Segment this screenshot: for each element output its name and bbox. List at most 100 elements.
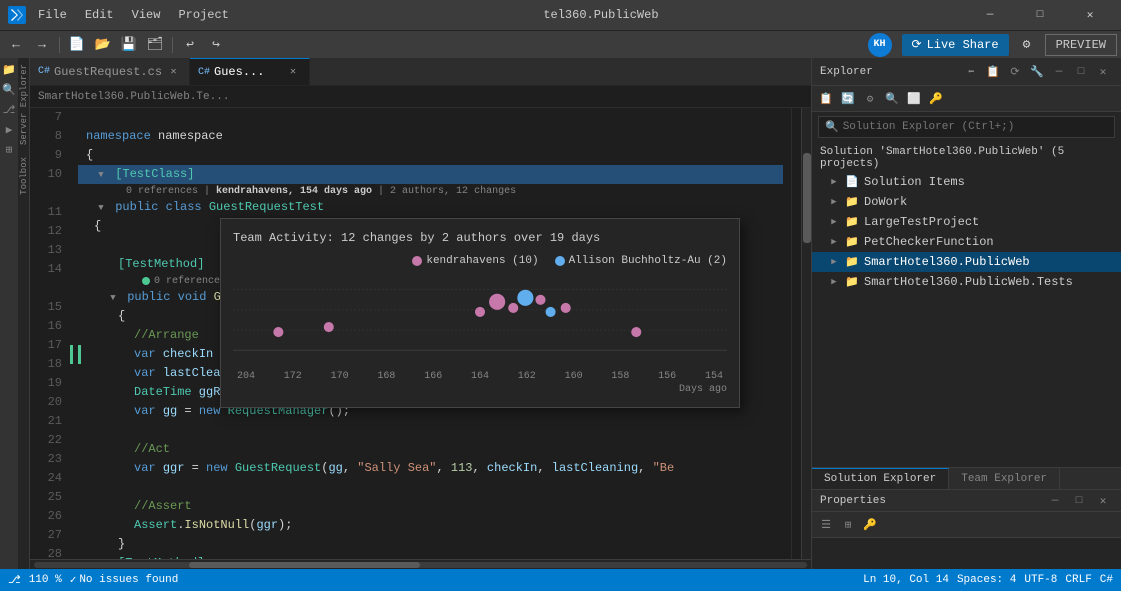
tab-icon-cs: C# [38,66,50,77]
redo-button[interactable]: ↪ [204,33,228,57]
folder-icon-petchecker: 📁 [844,234,860,250]
explorer-icon[interactable]: 📁 [1,62,17,78]
expand-icon-smarthotel-tests[interactable]: ▶ [828,276,840,288]
props-icon-sort[interactable]: ☰ [816,515,836,535]
code-line-8: namespace namespace [78,127,783,146]
tab-guesttest[interactable]: C# Gues... ✕ [190,58,310,85]
status-encoding[interactable]: UTF-8 [1024,574,1057,586]
se-toolbar-icon-6[interactable]: 🔑 [926,89,946,109]
status-git[interactable]: ⎇ [8,573,21,587]
tree-label-petchecker: PetCheckerFunction [864,235,994,249]
tree-item-solution-items[interactable]: ▶ 📄 Solution Items [812,172,1121,192]
status-spaces[interactable]: Spaces: 4 [957,574,1016,586]
editor-horizontal-scrollbar[interactable] [30,559,811,569]
toolbar-right: KH ⟳ Live Share ⚙ PREVIEW [868,33,1118,57]
back-button[interactable]: ← [4,33,28,57]
status-zoom[interactable]: 110 % [29,574,62,586]
tree-item-smarthotel-tests[interactable]: ▶ 📁 SmartHotel360.PublicWeb.Tests [812,272,1121,292]
toolbox-label[interactable]: Toolbox [18,151,29,201]
save-button[interactable]: 💾 [117,33,141,57]
fold-icon-10[interactable]: ▼ [94,169,108,183]
fold-icon-15[interactable]: ▼ [106,292,120,306]
menu-edit[interactable]: Edit [79,8,120,22]
scrollbar-thumb[interactable] [189,562,421,568]
properties-icon-1[interactable]: — [1045,491,1065,511]
se-toolbar-icon-4[interactable]: 🔍 [882,89,902,109]
explorer-icon-5[interactable]: — [1049,62,1069,82]
search-icon: 🔍 [825,120,839,134]
close-button[interactable]: ✕ [1067,0,1113,30]
search-activity-icon[interactable]: 🔍 [1,82,17,98]
tab-team-explorer[interactable]: Team Explorer [949,468,1060,489]
expand-icon-solution-items[interactable]: ▶ [828,176,840,188]
solution-explorer-search[interactable]: 🔍 [818,116,1115,138]
git-icon[interactable]: ⎇ [1,102,17,118]
solution-explorer-panel: Explorer ⬅ 📋 ⟳ 🔧 — □ ✕ 📋 🔄 ⚙ 🔍 ⬜ 🔑 🔍 [811,58,1121,569]
status-line-col[interactable]: Ln 10, Col 14 [863,574,949,586]
tab-guestrequest[interactable]: C# GuestRequest.cs ✕ [30,58,190,85]
explorer-icon-7[interactable]: ✕ [1093,62,1113,82]
annotation-line-10: 0 references | kendrahavens, 154 days ag… [78,184,783,198]
menu-view[interactable]: View [126,8,167,22]
properties-icon-3[interactable]: ✕ [1093,491,1113,511]
user-avatar[interactable]: KH [868,33,892,57]
menu-file[interactable]: File [32,8,73,22]
props-icon-key[interactable]: 🔑 [860,515,880,535]
live-share-button[interactable]: ⟳ Live Share [902,34,1009,56]
tab-close-guestrequest[interactable]: ✕ [166,64,181,80]
vertical-scrollbar-thumb[interactable] [803,153,811,243]
code-line-22 [78,421,783,440]
preview-button[interactable]: PREVIEW [1045,34,1117,56]
tree-item-dowork[interactable]: ▶ 📁 DoWork [812,192,1121,212]
code-line-26: //Assert [78,497,783,516]
tree-item-largetest[interactable]: ▶ 📁 LargeTestProject [812,212,1121,232]
tab-solution-explorer[interactable]: Solution Explorer [812,468,949,489]
tree-item-petchecker[interactable]: ▶ 📁 PetCheckerFunction [812,232,1121,252]
expand-icon-smarthotel[interactable]: ▶ [828,256,840,268]
expand-icon-dowork[interactable]: ▶ [828,196,840,208]
tree-item-smarthotel[interactable]: ▶ 📁 SmartHotel360.PublicWeb [812,252,1121,272]
se-toolbar-icon-2[interactable]: 🔄 [838,89,858,109]
vertical-scrollbar[interactable] [801,108,811,559]
debug-icon[interactable]: ▶ [1,122,17,138]
breadcrumb-project[interactable]: SmartHotel360.PublicWeb.Te... [38,91,229,103]
editor-area: C# GuestRequest.cs ✕ C# Gues... ✕ SmartH… [30,58,811,569]
extensions-icon[interactable]: ⊞ [1,142,17,158]
explorer-icon-6[interactable]: □ [1071,62,1091,82]
settings-button[interactable]: ⚙ [1015,33,1039,57]
properties-icon-2[interactable]: □ [1069,491,1089,511]
server-explorer-label[interactable]: Server Explorer [18,58,29,151]
code-line-9: { [78,146,783,165]
popup-title: Team Activity: 12 changes by 2 authors o… [233,231,727,245]
expand-icon-largetest[interactable]: ▶ [828,216,840,228]
save-all-button[interactable]: 🗂 [143,33,167,57]
tab-close-guesttest[interactable]: ✕ [285,64,301,80]
explorer-icon-3[interactable]: ⟳ [1005,62,1025,82]
open-button[interactable]: 📂 [91,33,115,57]
undo-button[interactable]: ↩ [178,33,202,57]
annotation-dot-15 [142,277,150,285]
fold-icon-11[interactable]: ▼ [94,202,108,216]
props-icon-categorize[interactable]: ⊞ [838,515,858,535]
minimize-button[interactable]: — [967,0,1013,30]
se-toolbar-icon-1[interactable]: 📋 [816,89,836,109]
breadcrumb: SmartHotel360.PublicWeb.Te... [30,86,811,108]
maximize-button[interactable]: □ [1017,0,1063,30]
status-language[interactable]: C# [1100,574,1113,586]
chart-x-axis: 204 172 170 168 166 164 162 160 158 156 … [233,371,727,382]
search-input[interactable] [843,121,1108,133]
se-toolbar-icon-5[interactable]: ⬜ [904,89,924,109]
menu-project[interactable]: Project [172,8,234,22]
status-eol[interactable]: CRLF [1065,574,1091,586]
expand-icon-petchecker[interactable]: ▶ [828,236,840,248]
explorer-icon-2[interactable]: 📋 [983,62,1003,82]
explorer-icon-4[interactable]: 🔧 [1027,62,1047,82]
new-file-button[interactable]: 📄 [65,33,89,57]
legend-dot-kendra [412,256,422,266]
status-issues[interactable]: ✓ No issues found [70,573,179,587]
se-toolbar-icon-3[interactable]: ⚙ [860,89,880,109]
explorer-icon-1[interactable]: ⬅ [961,62,981,82]
title-bar: File Edit View Project tel360.PublicWeb … [0,0,1121,30]
forward-button[interactable]: → [30,33,54,57]
folder-icon-largetest: 📁 [844,214,860,230]
